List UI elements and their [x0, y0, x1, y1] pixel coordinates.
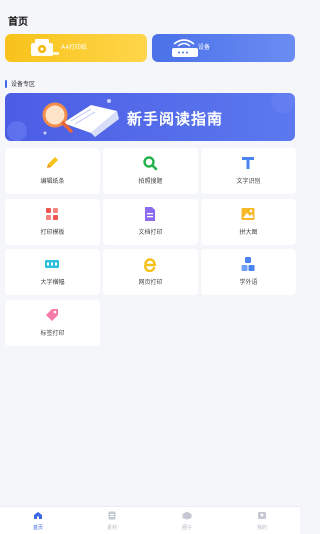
a4-paper-button[interactable]: A4打印纸 — [5, 34, 147, 62]
circle-icon — [182, 511, 192, 520]
tab-profile[interactable]: 我的 — [232, 509, 292, 533]
section-title: 设备专区 — [11, 81, 36, 88]
pencil-icon — [47, 157, 58, 168]
reading-guide-title: 新手阅读指南 — [127, 110, 224, 128]
tool-label: 标签打印 — [40, 330, 65, 337]
abc-icon — [241, 257, 255, 271]
tab-material[interactable]: 素材 — [82, 509, 142, 533]
tool-label: 学外语 — [239, 279, 258, 286]
profile-icon — [258, 512, 266, 519]
tool-photo-search[interactable]: 拍照搜题 — [103, 148, 198, 194]
text-icon — [242, 157, 254, 169]
tool-text-recognition[interactable]: 文字识别 — [201, 148, 296, 194]
tool-learn-language[interactable]: 学外语 — [201, 249, 296, 295]
tab-label: 首页 — [32, 525, 43, 531]
tool-label: 拍照搜题 — [138, 178, 163, 185]
page-title: 首页 — [8, 17, 28, 28]
document-icon — [145, 207, 155, 221]
tool-document-print[interactable]: 文档打印 — [103, 199, 198, 245]
search-icon — [143, 156, 158, 171]
tool-label: 文档打印 — [138, 229, 163, 236]
material-icon — [108, 511, 116, 520]
template-grid-icon — [46, 208, 58, 220]
section-header: 设备专区 — [5, 79, 35, 88]
device-button[interactable]: 设备 — [152, 34, 295, 62]
tag-icon — [46, 309, 58, 321]
a4-paper-label: A4打印纸 — [61, 44, 87, 51]
printer-device-icon — [172, 39, 198, 57]
tool-big-banner[interactable]: 大字横幅 — [5, 249, 100, 295]
tool-large-image[interactable]: 拼大图 — [201, 199, 296, 245]
tool-label: 文字识别 — [236, 178, 261, 185]
section-marker — [5, 79, 7, 88]
image-icon — [241, 208, 255, 220]
tab-label: 我的 — [256, 525, 267, 531]
tool-label-print[interactable]: 标签打印 — [5, 300, 100, 346]
tool-web-print[interactable]: 网页打印 — [103, 249, 198, 295]
tab-label: 素材 — [106, 525, 117, 531]
device-label: 设备 — [198, 44, 211, 51]
tab-home[interactable]: 首页 — [8, 509, 68, 533]
home-icon — [34, 512, 42, 519]
tool-label: 拼大图 — [239, 229, 258, 236]
tab-label: 圈子 — [181, 525, 192, 531]
reading-guide-banner[interactable]: 新手阅读指南 — [5, 93, 295, 141]
tool-print-template[interactable]: 打印模板 — [5, 199, 100, 245]
tool-edit-note[interactable]: 编辑纸条 — [5, 148, 100, 194]
banner-icon — [45, 260, 59, 268]
web-e-icon — [144, 258, 157, 272]
tool-label: 编辑纸条 — [40, 178, 65, 185]
bottom-tab-bar: 首页 素材 圈子 我的 — [0, 506, 300, 534]
tool-label: 打印模板 — [40, 229, 65, 236]
tool-label: 大字横幅 — [40, 279, 65, 286]
tool-label: 网页打印 — [138, 279, 163, 286]
tab-circle[interactable]: 圈子 — [157, 509, 217, 533]
